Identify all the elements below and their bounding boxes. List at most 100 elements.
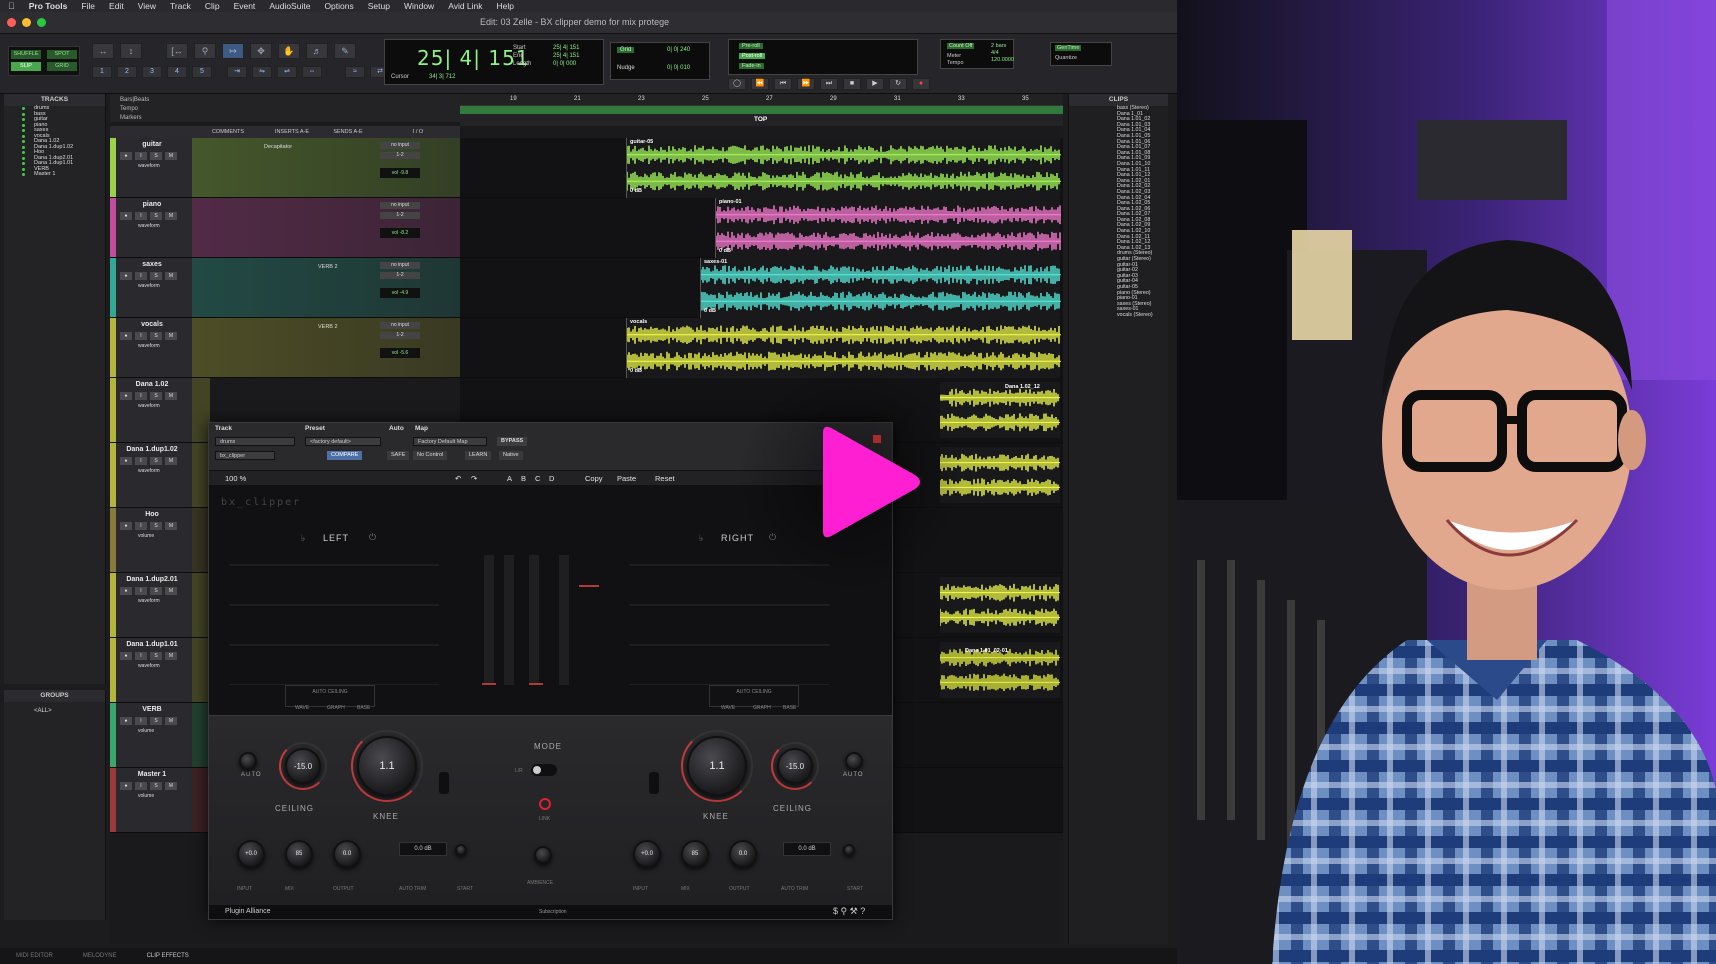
preset-slot-d[interactable]: D: [549, 474, 554, 483]
track-color-bar[interactable]: [110, 138, 116, 197]
link-button[interactable]: [539, 798, 551, 810]
track-view-selector[interactable]: waveform: [138, 343, 160, 349]
online-icon[interactable]: ◯: [728, 78, 746, 90]
menu-event[interactable]: Event: [234, 1, 256, 11]
pencil-tool-icon[interactable]: ✎: [334, 43, 356, 59]
input-selector[interactable]: no input: [380, 142, 420, 149]
mute-icon[interactable]: M: [165, 457, 177, 465]
track-color-bar[interactable]: [110, 768, 116, 832]
output-selector[interactable]: 1-2: [380, 332, 420, 339]
auto-map-select[interactable]: Factory Default Map: [413, 437, 487, 446]
volume-field[interactable]: vol -5.6: [380, 348, 420, 358]
knee-left-knob[interactable]: 1.1: [357, 736, 417, 796]
track-name[interactable]: Dana 1.dup2.01: [118, 575, 186, 584]
group-all[interactable]: <ALL>: [4, 708, 105, 714]
paste-button[interactable]: Paste: [617, 474, 636, 483]
auto-trim-right-field[interactable]: 0.0 dB: [783, 842, 831, 856]
fadein-button[interactable]: Fade-in: [739, 63, 764, 69]
safe-button[interactable]: SAFE: [387, 451, 410, 460]
quantize-label[interactable]: Quantize: [1055, 55, 1077, 61]
output-selector[interactable]: 1-2: [380, 212, 420, 219]
track-color-bar[interactable]: [110, 198, 116, 257]
go-to-end-icon[interactable]: ⏭: [820, 78, 838, 90]
audio-clip[interactable]: [940, 382, 1060, 438]
mute-icon[interactable]: M: [165, 782, 177, 790]
input-selector[interactable]: no input: [380, 202, 420, 209]
clip-list-item[interactable]: vocals (Stereo): [1069, 312, 1168, 319]
view-mode-graph-right[interactable]: GRAPH: [753, 705, 771, 711]
stop-icon[interactable]: ■: [843, 78, 861, 90]
track-name[interactable]: piano: [118, 200, 186, 209]
solo-icon[interactable]: S: [150, 272, 162, 280]
magnifier-icon[interactable]: ⚲: [194, 43, 216, 59]
close-window-button[interactable]: [7, 18, 16, 27]
clip-lane[interactable]: piano-01 0 dB: [460, 198, 1063, 258]
left-toggle-switch[interactable]: [439, 772, 449, 794]
input-monitor-icon[interactable]: I: [135, 212, 147, 220]
input-monitor-icon[interactable]: I: [135, 782, 147, 790]
loop-icon[interactable]: ↻: [889, 78, 907, 90]
auto-ceiling-right[interactable]: AUTO CEILING: [709, 685, 799, 707]
view-mode-base-left[interactable]: BASE: [357, 705, 370, 711]
ruler-tempo[interactable]: Tempo: [120, 105, 450, 114]
track-active-dot[interactable]: [22, 118, 25, 121]
menu-setup[interactable]: Setup: [368, 1, 390, 11]
track-view-selector[interactable]: waveform: [138, 403, 160, 409]
insert-slot[interactable]: Decapitator: [264, 144, 292, 150]
tab-midi-editor[interactable]: MIDI EDITOR: [16, 948, 53, 964]
preset-slot-a[interactable]: A: [507, 474, 512, 483]
audio-clip[interactable]: [940, 577, 1060, 633]
solo-icon[interactable]: S: [150, 392, 162, 400]
track-active-dot[interactable]: [22, 167, 25, 171]
zoom-window-button[interactable]: [37, 18, 46, 27]
menu-avid-link[interactable]: Avid Link: [448, 1, 482, 11]
menu-clip[interactable]: Clip: [205, 1, 220, 11]
scrubber-tool-icon[interactable]: ♬: [306, 43, 328, 59]
track-view-selector[interactable]: volume: [138, 793, 154, 799]
zoom-tool-icon[interactable]: ↔: [92, 43, 114, 59]
knob-input[interactable]: +0.0: [633, 840, 661, 868]
track-view-selector[interactable]: waveform: [138, 598, 160, 604]
postroll-button[interactable]: Post-roll: [739, 53, 766, 59]
tempo-ruler[interactable]: [460, 106, 1063, 114]
track-active-dot[interactable]: [22, 145, 25, 149]
auto-trim-left-field[interactable]: 0.0 dB: [399, 842, 447, 856]
input-monitor-icon[interactable]: I: [135, 152, 147, 160]
track-name[interactable]: vocals: [118, 320, 186, 329]
marker-ruler[interactable]: TOP: [460, 114, 1063, 126]
clip-lane[interactable]: vocals 0 dB: [460, 318, 1063, 378]
solo-icon[interactable]: S: [150, 332, 162, 340]
ambience-knob[interactable]: [534, 846, 552, 864]
track-active-dot[interactable]: [22, 151, 25, 154]
record-arm-icon[interactable]: ●: [120, 587, 132, 595]
track-name[interactable]: guitar: [118, 140, 186, 149]
view-mode-wave-right[interactable]: WAVE: [721, 705, 735, 711]
grabber-tool-icon[interactable]: ✋: [278, 43, 300, 59]
audio-clip[interactable]: [715, 198, 1061, 258]
help-icon[interactable]: ?: [860, 906, 865, 916]
output-selector[interactable]: 1-2: [380, 272, 420, 279]
track-color-bar[interactable]: [110, 378, 116, 442]
menu-options[interactable]: Options: [324, 1, 353, 11]
automation-follows-icon[interactable]: ≈: [345, 66, 365, 78]
track-color-bar[interactable]: [110, 573, 116, 637]
track-name[interactable]: Hoo: [118, 510, 186, 519]
input-selector[interactable]: no input: [380, 262, 420, 269]
fast-forward-icon[interactable]: ⏩: [797, 78, 815, 90]
menu-app-name[interactable]: Pro Tools: [29, 1, 68, 11]
learn-button[interactable]: LEARN: [465, 451, 492, 460]
auto-left-button[interactable]: [239, 752, 257, 770]
track-view-selector[interactable]: volume: [138, 533, 154, 539]
zoom-preset-4[interactable]: 4: [167, 66, 187, 78]
knob-output[interactable]: 0.0: [729, 840, 757, 868]
input-monitor-icon[interactable]: I: [135, 392, 147, 400]
zoom-preset-2[interactable]: 2: [117, 66, 137, 78]
link-timeline-icon[interactable]: ⇋: [252, 66, 272, 78]
redo-icon[interactable]: ↷: [471, 474, 477, 483]
track-color-bar[interactable]: [110, 443, 116, 507]
knob-input[interactable]: +0.0: [237, 840, 265, 868]
mute-icon[interactable]: M: [165, 272, 177, 280]
undo-icon[interactable]: ↶: [455, 474, 461, 483]
tab-to-transient-icon[interactable]: ⇥: [227, 66, 247, 78]
menu-track[interactable]: Track: [170, 1, 191, 11]
